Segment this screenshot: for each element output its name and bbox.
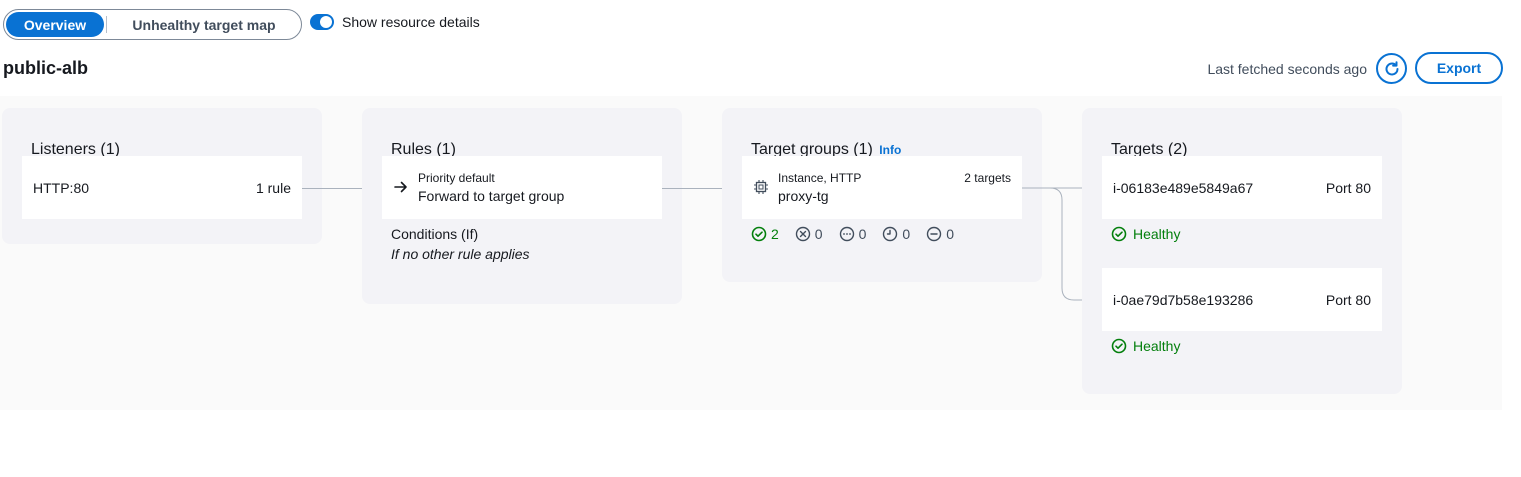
tab-unhealthy-target-map[interactable]: Unhealthy target map	[109, 12, 299, 37]
segment-divider	[106, 16, 107, 33]
draining-count: 0	[882, 226, 910, 242]
targets-column: Targets (2) i-06183e489e5849a67 Port 80 …	[1082, 108, 1402, 394]
pending-count: 0	[839, 226, 867, 242]
listener-card[interactable]: HTTP:80 1 rule	[22, 156, 302, 219]
listener-rule-count: 1 rule	[255, 180, 291, 196]
target-groups-info-link[interactable]: Info	[879, 143, 901, 157]
unused-count: 0	[926, 226, 954, 242]
rule-action: Forward to target group	[418, 188, 565, 204]
healthy-count: 2	[751, 226, 779, 242]
target-health-status: Healthy	[1111, 226, 1180, 242]
target-group-name: proxy-tg	[778, 188, 829, 204]
load-balancer-name: public-alb	[3, 58, 88, 78]
export-button[interactable]: Export	[1415, 52, 1503, 84]
target-health-label: Healthy	[1133, 338, 1181, 354]
target-status-counts: 2 0 0 0 0	[751, 226, 954, 242]
conditions-value: If no other rule applies	[391, 246, 530, 262]
last-fetched-text: Last fetched seconds ago	[1207, 61, 1367, 77]
clock-status-icon	[883, 226, 898, 242]
unused-count-value: 0	[946, 226, 954, 242]
view-segmented-control: Overview Unhealthy target map	[3, 9, 302, 40]
listeners-column: Listeners (1) HTTP:80 1 rule	[2, 108, 322, 244]
healthy-status-icon	[1111, 226, 1127, 242]
resource-details-toggle[interactable]	[310, 14, 334, 30]
refresh-icon	[1385, 60, 1398, 75]
target-group-type: Instance, HTTP	[778, 171, 862, 185]
resource-map-canvas: Listeners (1) HTTP:80 1 rule Rules (1) P…	[0, 96, 1502, 410]
tab-overview[interactable]: Overview	[6, 12, 104, 37]
target-health-status: Healthy	[1111, 338, 1180, 354]
target-instance-id: i-06183e489e5849a67	[1113, 180, 1254, 196]
resource-details-toggle-label[interactable]: Show resource details	[342, 14, 480, 30]
target-port: Port 80	[1325, 180, 1371, 196]
arrow-right-icon	[394, 181, 407, 193]
draining-count-value: 0	[902, 226, 911, 242]
refresh-button[interactable]	[1376, 53, 1407, 84]
resource-details-toggle-group: Show resource details	[310, 14, 480, 30]
target-port: Port 80	[1325, 292, 1371, 308]
unhealthy-status-icon	[795, 226, 810, 242]
target-card[interactable]: i-06183e489e5849a67 Port 80	[1102, 156, 1382, 219]
target-health-label: Healthy	[1133, 226, 1181, 242]
pending-status-icon	[839, 226, 854, 242]
target-instance-id: i-0ae79d7b58e193286	[1113, 292, 1254, 308]
healthy-count-value: 2	[771, 226, 779, 242]
pending-count-value: 0	[858, 226, 867, 242]
healthy-status-icon	[1111, 338, 1127, 354]
chip-icon	[754, 180, 768, 194]
target-groups-column: Target groups (1) Info Instance, HTTP 2 …	[722, 108, 1042, 282]
healthy-status-icon	[751, 226, 767, 242]
listener-protocol: HTTP:80	[33, 180, 90, 196]
target-card[interactable]: i-0ae79d7b58e193286 Port 80	[1102, 268, 1382, 331]
unused-status-icon	[926, 226, 942, 242]
target-group-target-count: 2 targets	[964, 171, 1011, 185]
rule-card[interactable]: Priority default Forward to target group	[382, 156, 662, 219]
rules-column: Rules (1) Priority default Forward to ta…	[362, 108, 682, 304]
toggle-knob	[320, 16, 332, 28]
unhealthy-count-value: 0	[814, 226, 823, 242]
target-group-card[interactable]: Instance, HTTP 2 targets proxy-tg	[742, 156, 1022, 219]
unhealthy-count: 0	[795, 226, 823, 242]
conditions-label: Conditions (If)	[391, 226, 479, 242]
rule-priority: Priority default	[418, 171, 495, 185]
